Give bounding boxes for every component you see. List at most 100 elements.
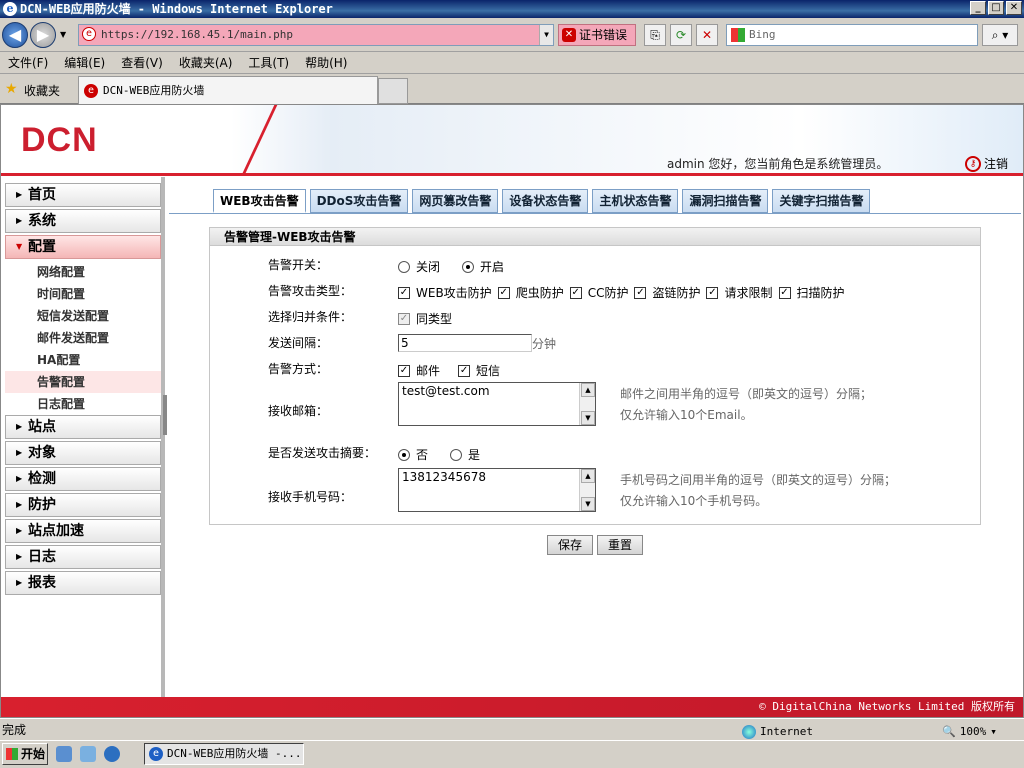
scroll-down-icon[interactable]: ▼ — [581, 411, 595, 425]
sidebar-sub-mail[interactable]: 邮件发送配置 — [5, 327, 161, 349]
reset-button[interactable]: 重置 — [597, 535, 643, 555]
sidebar-item-label: 站点 — [28, 419, 56, 435]
attack-type-checkbox[interactable]: ✓ — [634, 286, 647, 299]
forward-button[interactable]: ▶ — [30, 22, 56, 48]
dcn-logo: DCN — [21, 121, 98, 159]
summary-no-label: 否 — [416, 448, 429, 462]
sidebar-item-object[interactable]: ▶ 对象 — [5, 441, 161, 465]
back-button[interactable]: ◀ — [2, 22, 28, 48]
interval-input[interactable]: 5 — [398, 334, 532, 352]
switch-off-radio[interactable] — [398, 260, 410, 273]
cert-warning-icon: e — [82, 27, 96, 41]
switch-on-radio[interactable] — [462, 260, 475, 273]
sidebar-splitter[interactable] — [163, 395, 167, 435]
summary-no-radio[interactable] — [398, 448, 410, 461]
new-tab-button[interactable] — [378, 78, 408, 104]
sidebar-sub-alert[interactable]: 告警配置 — [5, 371, 161, 393]
start-button[interactable]: 开始 — [2, 743, 48, 765]
method-sms-checkbox[interactable]: ✓ — [458, 364, 471, 377]
tab-vuln-scan[interactable]: 漏洞扫描告警 — [682, 189, 769, 213]
sidebar-item-protect[interactable]: ▶ 防护 — [5, 493, 161, 517]
ie-icon: e — [3, 2, 17, 16]
tab-web-attack[interactable]: WEB攻击告警 — [213, 189, 306, 213]
sidebar-item-system[interactable]: ▶ 系统 — [5, 209, 161, 233]
address-dropdown-icon[interactable]: ▼ — [539, 25, 553, 45]
address-toolbar: ◀ ▶ ▼ e https://192.168.45.1/main.php ▼ … — [0, 18, 1024, 52]
sidebar-sub-log[interactable]: 日志配置 — [5, 393, 161, 415]
menu-view[interactable]: 查看(V) — [121, 54, 163, 71]
sidebar-item-site[interactable]: ▶ 站点 — [5, 415, 161, 439]
sidebar-item-home[interactable]: ▶ 首页 — [5, 183, 161, 207]
minimize-button[interactable]: _ — [970, 1, 986, 15]
favorites-button[interactable]: 收藏夹 — [24, 82, 60, 99]
menu-help[interactable]: 帮助(H) — [305, 54, 347, 71]
menu-tools[interactable]: 工具(T) — [248, 54, 289, 71]
welcome-text: admin 您好，您当前角色是系统管理员。 — [667, 157, 889, 171]
sidebar-item-label: 配置 — [28, 239, 56, 255]
email-scrollbar[interactable]: ▲ ▼ — [579, 383, 595, 425]
sidebar-item-label: 日志 — [28, 549, 56, 565]
app-header: DCN admin 您好，您当前角色是系统管理员。 ⚷ 注销 — [1, 105, 1023, 176]
menu-edit[interactable]: 编辑(E) — [64, 54, 105, 71]
menu-favorites[interactable]: 收藏夹(A) — [179, 54, 233, 71]
stop-button[interactable]: ✕ — [696, 24, 718, 46]
taskbar-ie-window[interactable]: e DCN-WEB应用防火墙 -... — [144, 743, 304, 765]
scroll-up-icon[interactable]: ▲ — [581, 469, 595, 483]
compat-view-button[interactable]: ⎘ — [644, 24, 666, 46]
tab-ddos[interactable]: DDoS攻击告警 — [309, 189, 409, 213]
caret-right-icon: ▶ — [16, 578, 23, 587]
attack-type-checkbox[interactable]: ✓ — [778, 286, 791, 299]
status-text: 完成 — [2, 723, 27, 737]
browser-tab[interactable]: e DCN-WEB应用防火墙 — [78, 76, 378, 104]
save-button[interactable]: 保存 — [547, 535, 593, 555]
desktop-quicklaunch-icon[interactable] — [80, 746, 96, 762]
refresh-button[interactable]: ⟳ — [670, 24, 692, 46]
form-buttons: 保存 重置 — [547, 535, 643, 555]
search-button[interactable]: ⌕ ▾ — [982, 24, 1018, 46]
menu-file[interactable]: 文件(F) — [8, 54, 48, 71]
email-textarea[interactable]: test@test.com ▲ ▼ — [398, 382, 596, 426]
sidebar-sub-time[interactable]: 时间配置 — [5, 283, 161, 305]
sidebar-item-detect[interactable]: ▶ 检测 — [5, 467, 161, 491]
sidebar-item-config[interactable]: ▼ 配置 — [5, 235, 161, 259]
attack-type-label: 请求限制 — [724, 286, 773, 300]
address-input[interactable]: e https://192.168.45.1/main.php ▼ — [78, 24, 554, 46]
sidebar-sub-network[interactable]: 网络配置 — [5, 261, 161, 283]
phone-textarea[interactable]: 13812345678 ▲ ▼ — [398, 468, 596, 512]
history-dropdown-icon[interactable]: ▼ — [60, 30, 66, 39]
close-button[interactable]: ✕ — [1006, 1, 1022, 15]
sidebar-item-accel[interactable]: ▶ 站点加速 — [5, 519, 161, 543]
summary-group: 否 是 — [398, 446, 480, 463]
star-icon[interactable]: ★ — [5, 81, 18, 97]
tab-host-status[interactable]: 主机状态告警 — [592, 189, 679, 213]
sidebar-sub-ha[interactable]: HA配置 — [5, 349, 161, 371]
cert-error-button[interactable]: ✕ 证书错误 — [558, 24, 636, 46]
email-hint: 邮件之间用半角的逗号（即英文的逗号）分隔； 仅允许输入10个Email。 — [620, 384, 872, 426]
method-email-checkbox[interactable]: ✓ — [398, 364, 410, 377]
interval-unit: 分钟 — [532, 336, 557, 351]
summary-yes-radio[interactable] — [450, 448, 463, 461]
windows-flag-icon — [6, 748, 18, 760]
scroll-up-icon[interactable]: ▲ — [581, 383, 595, 397]
phone-scrollbar[interactable]: ▲ ▼ — [579, 469, 595, 511]
switch-on-label: 开启 — [480, 260, 505, 274]
media-quicklaunch-icon[interactable] — [104, 746, 120, 762]
header-decoration — [204, 105, 278, 175]
attack-type-checkbox[interactable]: ✓ — [398, 286, 410, 299]
scroll-down-icon[interactable]: ▼ — [581, 497, 595, 511]
switch-off-label: 关闭 — [416, 260, 441, 274]
tab-keyword-scan[interactable]: 关键字扫描告警 — [772, 189, 871, 213]
tab-tamper[interactable]: 网页篡改告警 — [412, 189, 499, 213]
sidebar-item-logs[interactable]: ▶ 日志 — [5, 545, 161, 569]
attack-type-checkbox[interactable]: ✓ — [569, 286, 582, 299]
caret-right-icon: ▶ — [16, 190, 23, 199]
maximize-button[interactable]: □ — [988, 1, 1004, 15]
tab-device-status[interactable]: 设备状态告警 — [502, 189, 589, 213]
ie-quicklaunch-icon[interactable] — [56, 746, 72, 762]
attack-type-checkbox[interactable]: ✓ — [706, 286, 719, 299]
sidebar-sub-sms[interactable]: 短信发送配置 — [5, 305, 161, 327]
sidebar-item-report[interactable]: ▶ 报表 — [5, 571, 161, 595]
search-input[interactable]: Bing — [726, 24, 978, 46]
logout-link[interactable]: ⚷ 注销 — [965, 155, 1008, 172]
attack-type-checkbox[interactable]: ✓ — [497, 286, 510, 299]
